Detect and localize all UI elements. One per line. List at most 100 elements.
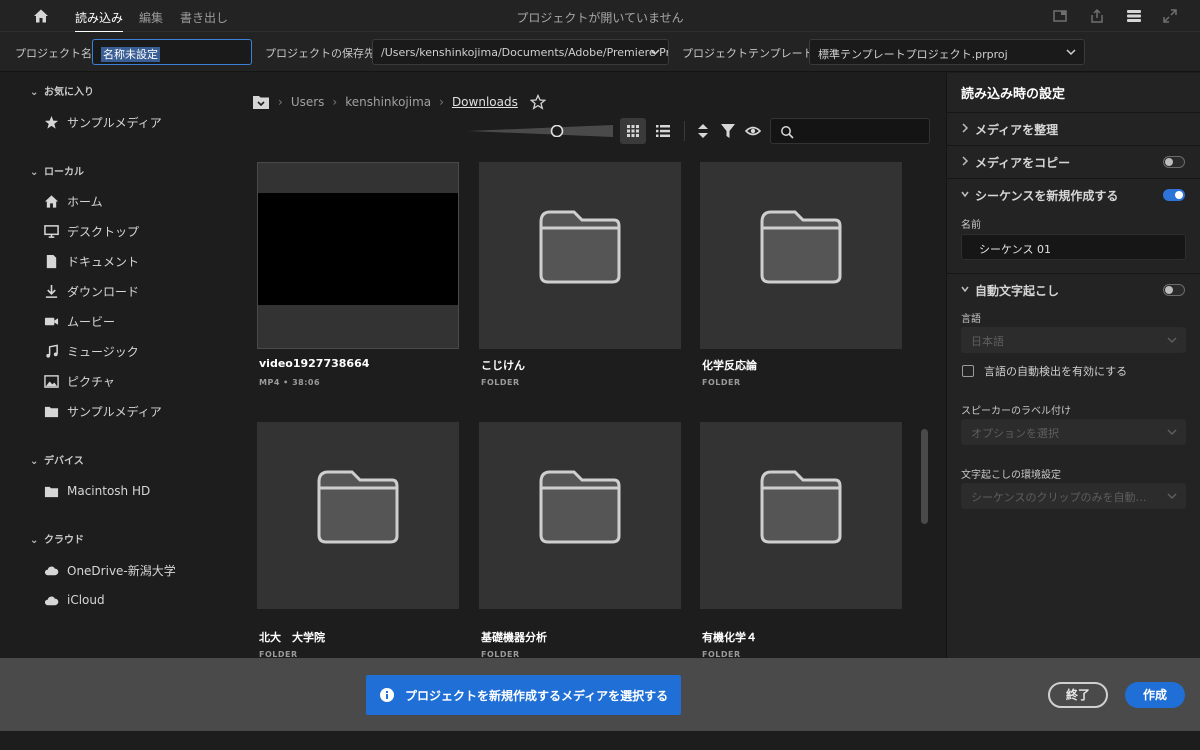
import-settings-panel: 読み込み時の設定 メディアを整理 メディアをコピー シーケンスを新規作成する 名… xyxy=(946,73,1200,658)
home-icon[interactable] xyxy=(33,8,49,24)
info-icon xyxy=(380,688,394,702)
project-template-label: プロジェクトテンプレート xyxy=(682,47,814,60)
media-browser: › Users › kenshinkojima › Downloads vide… xyxy=(240,73,946,659)
chevron-down-icon[interactable] xyxy=(961,283,969,295)
breadcrumb: › Users › kenshinkojima › Downloads xyxy=(252,93,546,111)
sidebar-item-icloud[interactable]: iCloud xyxy=(44,591,105,609)
folder-tile[interactable] xyxy=(257,422,459,609)
cloud-icon xyxy=(44,596,59,605)
transcription-section: 自動文字起こし 言語 日本語 言語の自動検出を有効にする スピーカーのラベル付け… xyxy=(947,273,1200,513)
grid-view-button[interactable] xyxy=(620,118,646,144)
sidebar-item-movies[interactable]: ムービー xyxy=(44,312,115,330)
folder-icon xyxy=(760,470,842,544)
list-icon xyxy=(656,125,670,137)
sidebar-item-desktop[interactable]: デスクトップ xyxy=(44,222,139,240)
sort-button[interactable] xyxy=(690,118,716,144)
tab-edit[interactable]: 編集 xyxy=(139,9,163,26)
sidebar-item-label: ミュージック xyxy=(67,344,139,359)
folder-tile[interactable] xyxy=(700,162,902,349)
bottom-strip xyxy=(0,731,1200,750)
sidebar-item-sample-media-folder[interactable]: サンプルメディア xyxy=(44,402,162,420)
panel-title: 読み込み時の設定 xyxy=(961,87,1066,102)
cloud-icon xyxy=(44,566,59,575)
project-location-label: プロジェクトの保存先 xyxy=(265,47,375,60)
transcription-prefs-select[interactable]: シーケンスのクリップのみを自動… xyxy=(961,483,1186,509)
create-button[interactable]: 作成 xyxy=(1125,682,1185,708)
section-local[interactable]: ⌄ ローカル xyxy=(30,163,84,178)
project-template-value: 標準テンプレートプロジェクト.prproj xyxy=(818,48,1008,61)
copy-media-row[interactable]: メディアをコピー xyxy=(947,145,1200,177)
top-bar: 読み込み 編集 書き出し プロジェクトが開いていません xyxy=(0,0,1200,33)
sidebar-item-label: ドキュメント xyxy=(67,254,140,269)
chevron-down-icon[interactable] xyxy=(961,188,969,200)
scrollbar[interactable] xyxy=(921,429,928,524)
section-label: お気に入り xyxy=(44,87,94,98)
sidebar-item-pictures[interactable]: ピクチャ xyxy=(44,372,115,390)
video-thumbnail xyxy=(258,193,458,305)
sidebar-item-music[interactable]: ミュージック xyxy=(44,342,139,360)
search-input[interactable] xyxy=(770,118,930,144)
breadcrumb-user[interactable]: kenshinkojima xyxy=(345,95,431,109)
sidebar-item-label: ムービー xyxy=(67,314,116,329)
autodetect-checkbox[interactable] xyxy=(962,365,974,377)
folder-tile[interactable] xyxy=(700,422,902,609)
chevron-down-icon xyxy=(650,49,660,56)
video-camera-icon xyxy=(44,317,59,325)
language-select[interactable]: 日本語 xyxy=(961,327,1186,353)
quick-export-icon[interactable] xyxy=(1052,8,1068,24)
panels-icon[interactable] xyxy=(1126,8,1142,24)
tab-import[interactable]: 読み込み xyxy=(75,9,124,33)
tab-export[interactable]: 書き出し xyxy=(180,9,228,26)
sidebar-item-label: iCloud xyxy=(67,593,105,607)
sidebar-item-home[interactable]: ホーム xyxy=(44,192,103,210)
media-tile-video[interactable] xyxy=(257,162,459,349)
filter-button[interactable] xyxy=(715,118,741,144)
folder-icon xyxy=(44,406,59,417)
sidebar-item-label: デスクトップ xyxy=(67,224,140,239)
project-name-input[interactable]: 名称未設定 xyxy=(92,39,252,65)
folder-tile[interactable] xyxy=(479,422,681,609)
list-view-button[interactable] xyxy=(650,118,676,144)
project-template-select[interactable]: 標準テンプレートプロジェクト.prproj xyxy=(809,39,1085,65)
section-favorites[interactable]: ⌄ お気に入り xyxy=(30,83,94,98)
tile-name: 基礎機器分析 xyxy=(481,631,547,644)
exit-button[interactable]: 終了 xyxy=(1048,682,1108,708)
copy-media-toggle[interactable] xyxy=(1163,156,1185,168)
project-location-select[interactable]: /Users/kenshinkojima/Documents/Adobe/Pre… xyxy=(372,39,669,65)
folder-dropdown-icon[interactable] xyxy=(252,94,270,110)
section-label: ローカル xyxy=(44,167,84,178)
share-icon[interactable] xyxy=(1089,8,1105,24)
breadcrumb-users[interactable]: Users xyxy=(291,95,325,109)
thumbnail-size-slider[interactable] xyxy=(468,125,613,137)
breadcrumb-downloads[interactable]: Downloads xyxy=(452,95,518,109)
chevron-down-icon xyxy=(1167,493,1177,500)
folder-icon xyxy=(539,210,621,284)
sidebar-item-label: ホーム xyxy=(67,194,103,209)
project-location-value: /Users/kenshinkojima/Documents/Adobe/Pre… xyxy=(381,46,669,59)
sidebar-item-documents[interactable]: ドキュメント xyxy=(44,252,139,270)
sequence-name-input[interactable]: シーケンス 01 xyxy=(961,234,1186,260)
new-sequence-toggle[interactable] xyxy=(1163,189,1185,201)
copy-media-label: メディアをコピー xyxy=(975,156,1071,170)
sidebar-item-downloads[interactable]: ダウンロード xyxy=(44,282,139,300)
chevron-right-icon: › xyxy=(278,95,283,109)
sidebar-item-label: サンプルメディア xyxy=(67,115,162,130)
star-outline-icon[interactable] xyxy=(529,94,546,110)
section-cloud[interactable]: ⌄ クラウド xyxy=(30,531,84,546)
organize-media-row[interactable]: メディアを整理 xyxy=(947,112,1200,144)
sidebar-item-sample-media[interactable]: サンプルメディア xyxy=(44,113,162,131)
transcription-toggle[interactable] xyxy=(1163,284,1185,296)
fullscreen-icon[interactable] xyxy=(1162,8,1178,24)
toolbar-divider xyxy=(684,121,685,141)
new-sequence-label: シーケンスを新規作成する xyxy=(975,189,1119,203)
section-devices[interactable]: ⌄ デバイス xyxy=(30,452,84,467)
sidebar-item-label: ダウンロード xyxy=(67,284,140,299)
sidebar-item-onedrive[interactable]: OneDrive-新潟大学 xyxy=(44,561,176,579)
visibility-button[interactable] xyxy=(740,118,766,144)
section-label: デバイス xyxy=(44,456,84,467)
eye-icon xyxy=(744,126,762,136)
speaker-select[interactable]: オプションを選択 xyxy=(961,419,1186,445)
sidebar-item-macintosh-hd[interactable]: Macintosh HD xyxy=(44,482,150,500)
select-media-text: プロジェクトを新規作成するメディアを選択する xyxy=(405,688,669,703)
folder-tile[interactable] xyxy=(479,162,681,349)
